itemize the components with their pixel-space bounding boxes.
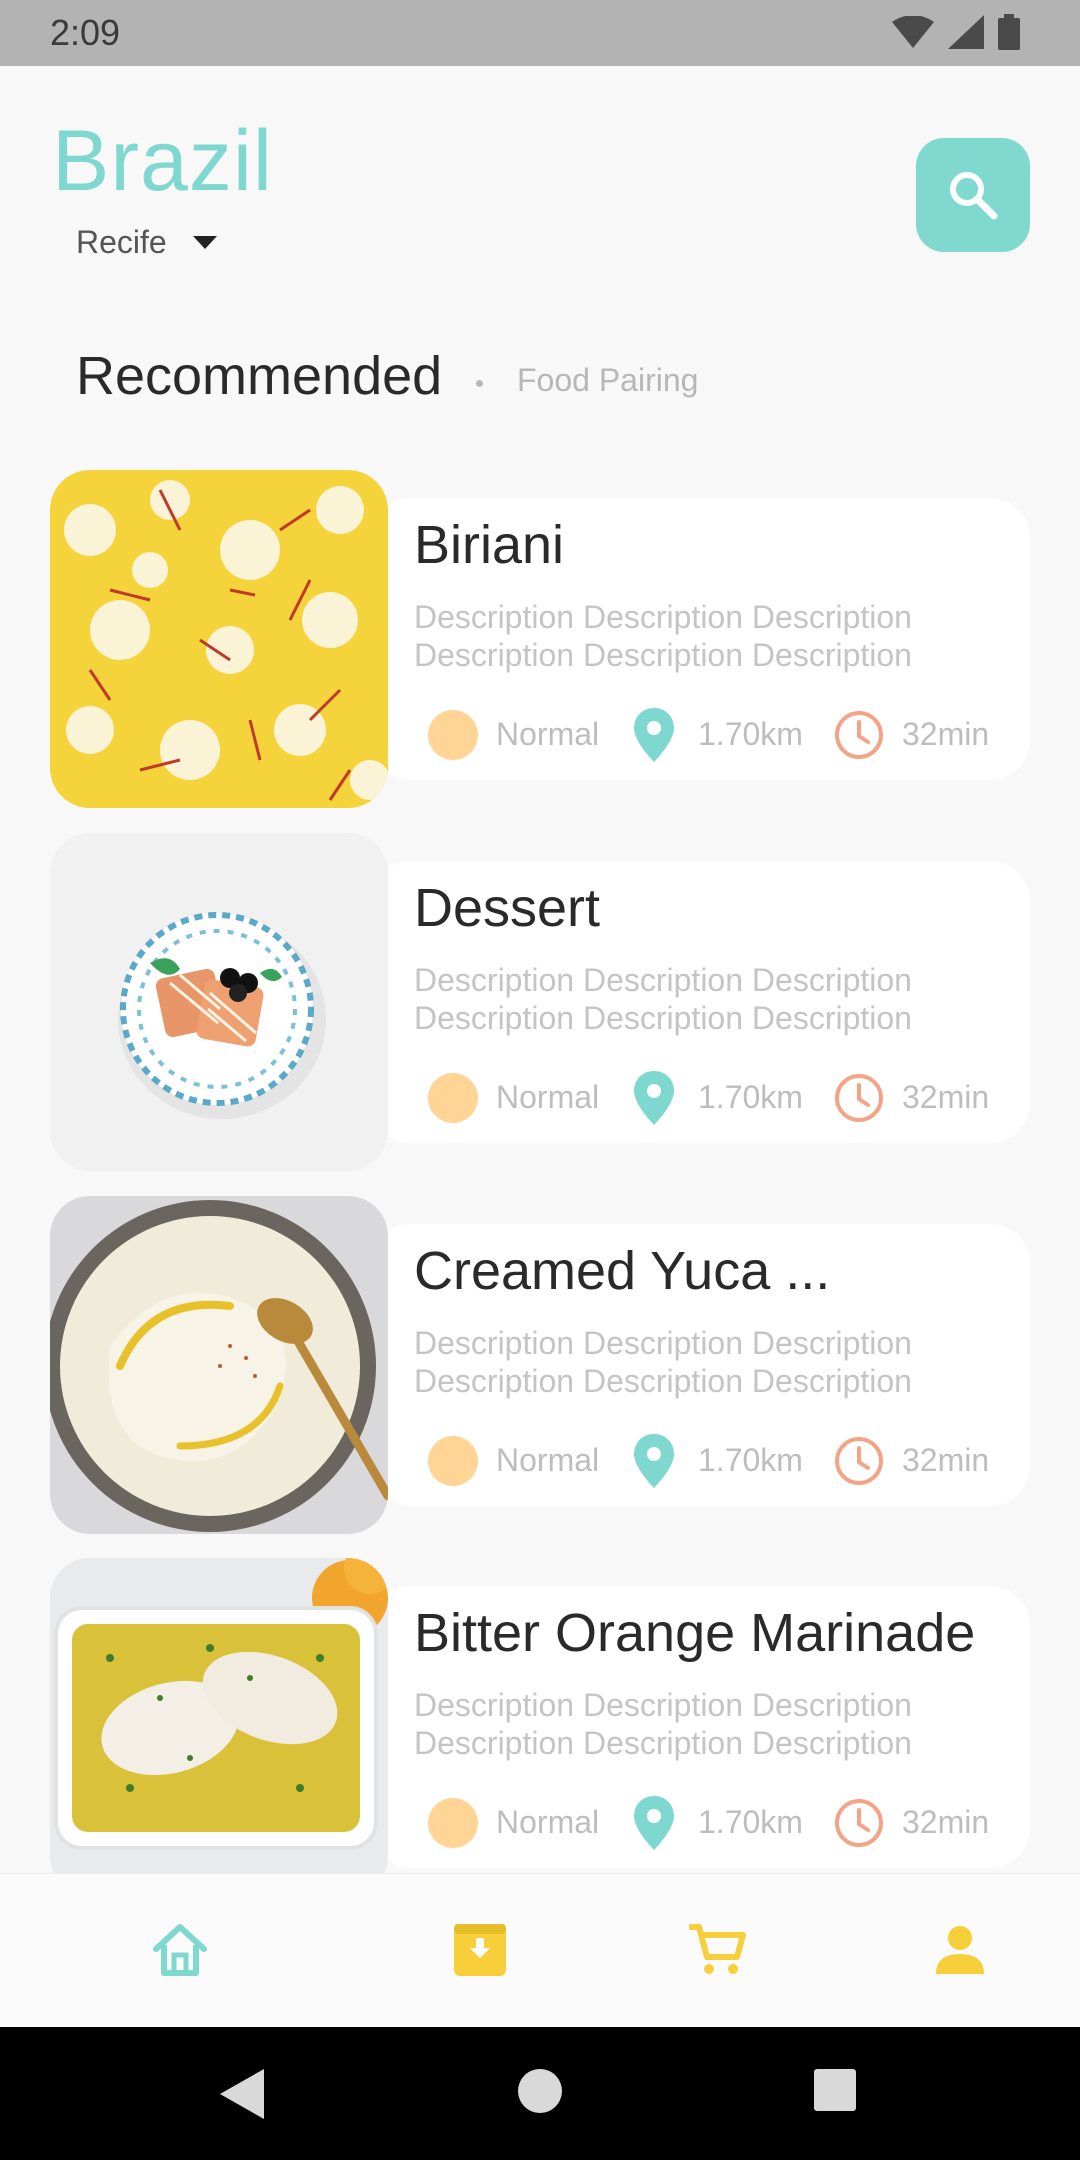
status-time: 2:09 xyxy=(50,12,121,53)
card-meta: Normal 1.70km 32min xyxy=(428,1794,998,1850)
location-pin-icon xyxy=(634,1434,674,1488)
tab-separator-dot xyxy=(476,380,483,387)
home-icon xyxy=(153,1924,207,1976)
clock-icon xyxy=(835,1437,883,1485)
tab-food-pairing[interactable]: Food Pairing xyxy=(517,362,698,399)
difficulty-dot-icon xyxy=(428,1798,478,1848)
nav-cart[interactable] xyxy=(678,1910,758,1990)
status-icons xyxy=(892,14,1020,50)
home-button-icon[interactable] xyxy=(518,2069,562,2113)
difficulty-label: Normal xyxy=(496,1079,600,1115)
card-image-waffle-plate[interactable] xyxy=(50,833,388,1171)
distance-label: 1.70km xyxy=(698,1442,803,1478)
card-title: Bitter Orange Marinade xyxy=(414,1603,976,1663)
search-button[interactable] xyxy=(916,138,1030,252)
difficulty-dot-icon xyxy=(428,710,478,760)
time-label: 32min xyxy=(902,1079,990,1115)
back-icon[interactable] xyxy=(220,2069,264,2119)
cart-icon xyxy=(689,1924,746,1974)
recipe-card[interactable]: Creamed Yuca ... Description Description… xyxy=(50,1196,1030,1536)
time-label: 32min xyxy=(902,1804,990,1840)
difficulty-dot-icon xyxy=(428,1436,478,1486)
difficulty-label: Normal xyxy=(496,1804,600,1840)
chevron-down-icon xyxy=(192,235,217,249)
difficulty-dot-icon xyxy=(428,1073,478,1123)
difficulty-label: Normal xyxy=(496,1442,600,1478)
bottom-nav xyxy=(0,1873,1080,2027)
city-dropdown[interactable]: Recife xyxy=(76,224,217,261)
card-image-saffron-rice[interactable] xyxy=(50,470,388,808)
card-title: Creamed Yuca ... xyxy=(414,1241,831,1301)
clock-icon xyxy=(835,1799,883,1847)
status-bar: 2:09 xyxy=(0,0,1080,66)
card-image-creamed-yuca-bowl[interactable] xyxy=(50,1196,388,1534)
wifi-icon xyxy=(892,16,934,48)
nav-home[interactable] xyxy=(140,1910,220,1990)
card-description: Description Description Description Desc… xyxy=(414,599,912,673)
distance-label: 1.70km xyxy=(698,1804,803,1840)
distance-label: 1.70km xyxy=(698,1079,803,1115)
clock-icon xyxy=(835,1074,883,1122)
tab-recommended[interactable]: Recommended xyxy=(76,345,442,407)
clock-icon xyxy=(835,711,883,759)
location-pin-icon xyxy=(634,1071,674,1125)
card-meta: Normal 1.70km 32min xyxy=(428,706,998,762)
search-icon xyxy=(950,172,998,220)
nav-archive[interactable] xyxy=(440,1910,520,1990)
battery-icon xyxy=(998,14,1020,50)
card-title: Biriani xyxy=(414,515,565,575)
card-meta: Normal 1.70km 32min xyxy=(428,1432,998,1488)
nav-profile[interactable] xyxy=(920,1910,1000,1990)
location-pin-icon xyxy=(634,1796,674,1850)
time-label: 32min xyxy=(902,716,990,752)
card-description: Description Description Description Desc… xyxy=(414,1687,912,1761)
card-title: Dessert xyxy=(414,878,601,938)
time-label: 32min xyxy=(902,1442,990,1478)
profile-icon xyxy=(936,1926,984,1974)
recents-icon[interactable] xyxy=(814,2069,856,2111)
system-nav-bar xyxy=(0,2027,1080,2160)
location-pin-icon xyxy=(634,708,674,762)
card-description: Description Description Description Desc… xyxy=(414,1325,912,1399)
signal-icon xyxy=(948,15,984,49)
recipe-card[interactable]: Biriani Description Description Descript… xyxy=(50,470,1030,810)
card-meta: Normal 1.70km 32min xyxy=(428,1069,998,1125)
difficulty-label: Normal xyxy=(496,716,600,752)
country-title: Brazil xyxy=(52,113,274,209)
archive-icon xyxy=(454,1924,506,1976)
card-description: Description Description Description Desc… xyxy=(414,962,912,1036)
card-image-marinated-chicken-dish[interactable] xyxy=(50,1558,388,1896)
city-label: Recife xyxy=(76,224,167,260)
recipe-card[interactable]: Dessert Description Description Descript… xyxy=(50,833,1030,1173)
distance-label: 1.70km xyxy=(698,716,803,752)
recipe-card[interactable]: Bitter Orange Marinade Description Descr… xyxy=(50,1558,1030,1898)
